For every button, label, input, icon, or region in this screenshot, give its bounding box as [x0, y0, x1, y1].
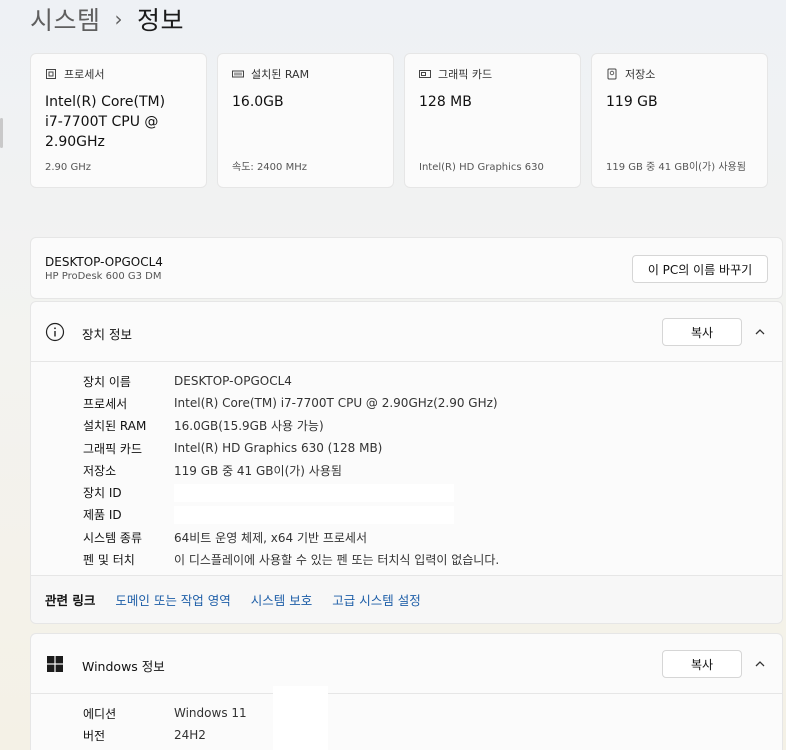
card-label: 설치된 RAM	[251, 68, 310, 81]
link-domain-workgroup[interactable]: 도메인 또는 작업 영역	[115, 590, 230, 609]
spec-cards: 프로세서 Intel(R) Core(TM) i7-7700T CPU @ 2.…	[30, 53, 770, 188]
spec-value: 24H2	[174, 728, 206, 743]
related-links-label: 관련 링크	[45, 593, 96, 608]
spec-row: 에디션 Windows 11	[83, 702, 247, 724]
breadcrumb-separator: ›	[114, 7, 124, 31]
card-value: 119 GB	[606, 94, 658, 110]
card-label: 저장소	[625, 68, 656, 81]
spec-row: 버전 24H2	[83, 724, 247, 746]
spec-row: 펜 및 터치 이 디스플레이에 사용할 수 있는 펜 또는 터치식 입력이 없습니…	[83, 548, 499, 570]
breadcrumb: 시스템 › 정보	[30, 2, 184, 36]
spec-row: 저장소 119 GB 중 41 GB이(가) 사용됨	[83, 459, 499, 481]
spec-row: 프로세서 Intel(R) Core(TM) i7-7700T CPU @ 2.9…	[83, 392, 499, 414]
redacted-area	[273, 686, 328, 750]
processor-card: 프로세서 Intel(R) Core(TM) i7-7700T CPU @ 2.…	[30, 53, 207, 188]
pc-model: HP ProDesk 600 G3 DM	[45, 271, 162, 282]
spec-value: 119 GB 중 41 GB이(가) 사용됨	[174, 463, 342, 478]
spec-label: 프로세서	[83, 396, 128, 411]
spec-value: 16.0GB(15.9GB 사용 가능)	[174, 419, 324, 434]
spec-row: 설치된 RAM 16.0GB(15.9GB 사용 가능)	[83, 415, 499, 437]
spec-label: 장치 ID	[83, 486, 122, 501]
spec-row: 제품 ID	[83, 504, 499, 526]
link-advanced-system-settings[interactable]: 고급 시스템 설정	[332, 590, 420, 609]
card-label: 프로세서	[64, 68, 105, 81]
card-sub: 2.90 GHz	[45, 162, 91, 173]
spec-label: 제품 ID	[83, 508, 122, 523]
storage-card: 저장소 119 GB 119 GB 중 41 GB이(가) 사용됨	[591, 53, 768, 188]
storage-icon	[607, 68, 617, 80]
spec-label: 저장소	[83, 463, 117, 478]
spec-value: Windows 11	[174, 706, 247, 721]
related-links-bar: 관련 링크 도메인 또는 작업 영역 시스템 보호 고급 시스템 설정	[31, 575, 782, 623]
card-value: 16.0GB	[232, 94, 284, 110]
pc-name-panel: DESKTOP-OPGOCL4 HP ProDesk 600 G3 DM 이 P…	[30, 237, 783, 299]
spec-label: 에디션	[83, 706, 117, 721]
spec-value: DESKTOP-OPGOCL4	[174, 374, 292, 389]
spec-label: 시스템 종류	[83, 530, 143, 545]
card-sub: Intel(R) HD Graphics 630	[419, 162, 544, 173]
spec-row: 장치 이름 DESKTOP-OPGOCL4	[83, 370, 499, 392]
card-label: 그래픽 카드	[438, 68, 493, 81]
chevron-up-icon[interactable]	[754, 326, 766, 338]
card-sub: 119 GB 중 41 GB이(가) 사용됨	[606, 162, 746, 173]
copy-button[interactable]: 복사	[662, 650, 742, 678]
redacted-device-id	[174, 483, 454, 502]
section-title: Windows 정보	[82, 659, 165, 674]
spec-value: Intel(R) Core(TM) i7-7700T CPU @ 2.90GHz…	[174, 396, 498, 411]
spec-label: 설치된 RAM	[83, 419, 147, 434]
device-spec-list: 장치 이름 DESKTOP-OPGOCL4 프로세서 Intel(R) Core(T…	[83, 370, 499, 571]
info-icon	[45, 322, 65, 342]
windows-logo-icon	[47, 656, 63, 672]
spec-value: 이 디스플레이에 사용할 수 있는 펜 또는 터치식 입력이 없습니다.	[174, 553, 500, 568]
spec-row: 시스템 종류 64비트 운영 체제, x64 기반 프로세서	[83, 526, 499, 548]
chevron-up-icon[interactable]	[754, 658, 766, 670]
device-specs-header[interactable]: 장치 정보 복사	[31, 302, 782, 362]
spec-row: 장치 ID	[83, 481, 499, 503]
card-value: 128 MB	[419, 94, 472, 110]
spec-label: 장치 이름	[83, 374, 131, 389]
copy-button[interactable]: 복사	[662, 318, 742, 346]
page-title: 정보	[137, 6, 185, 35]
rename-pc-button[interactable]: 이 PC의 이름 바꾸기	[632, 255, 768, 283]
windows-specs-panel: Windows 정보 복사 에디션 Windows 11 버전 24H2	[30, 633, 783, 750]
card-sub: 속도: 2400 MHz	[232, 162, 307, 173]
spec-row: 그래픽 카드 Intel(R) HD Graphics 630 (128 MB)	[83, 437, 499, 459]
breadcrumb-parent[interactable]: 시스템	[30, 1, 101, 37]
spec-value: 64비트 운영 체제, x64 기반 프로세서	[174, 530, 368, 545]
windows-spec-list: 에디션 Windows 11 버전 24H2	[83, 702, 247, 747]
card-value: Intel(R) Core(TM) i7-7700T CPU @ 2.90GHz	[45, 94, 166, 150]
ram-icon	[232, 70, 244, 78]
spec-label: 버전	[83, 728, 106, 743]
spec-value: Intel(R) HD Graphics 630 (128 MB)	[174, 441, 383, 456]
spec-label: 펜 및 터치	[83, 553, 135, 568]
pc-name: DESKTOP-OPGOCL4	[45, 255, 163, 269]
ram-card: 설치된 RAM 16.0GB 속도: 2400 MHz	[217, 53, 394, 188]
redacted-product-id	[174, 505, 454, 524]
spec-label: 그래픽 카드	[83, 441, 143, 456]
graphics-card: 그래픽 카드 128 MB Intel(R) HD Graphics 630	[404, 53, 581, 188]
graphics-card-icon	[419, 70, 431, 78]
processor-icon	[46, 69, 56, 79]
section-title: 장치 정보	[82, 327, 132, 342]
device-specs-panel: 장치 정보 복사 장치 이름 DESKTOP-OPGOCL4 프로세서 Intel(…	[30, 301, 783, 624]
link-system-protection[interactable]: 시스템 보호	[251, 590, 312, 609]
windows-specs-header[interactable]: Windows 정보 복사	[31, 634, 782, 694]
nav-indicator	[0, 118, 3, 148]
